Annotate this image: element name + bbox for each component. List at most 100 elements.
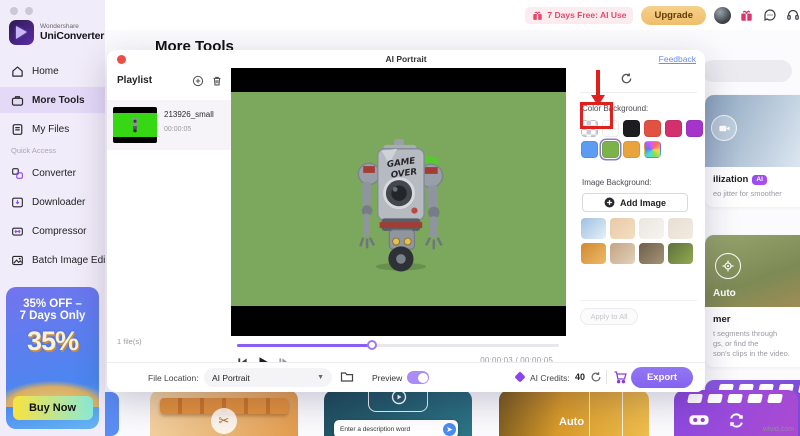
preview-label: Preview (372, 373, 403, 383)
window-dot[interactable] (10, 7, 18, 15)
window-controls[interactable] (10, 7, 33, 15)
color-swatch-rainbow[interactable] (644, 141, 661, 158)
card-title: ilization (713, 174, 749, 185)
auto-overlay-label: Auto (713, 288, 736, 299)
export-button[interactable]: Export (631, 367, 693, 388)
bg-image-thumb-green-plants[interactable] (668, 243, 693, 264)
bg-image-thumb-beige-wall[interactable] (668, 218, 693, 239)
sidebar-item-my-files[interactable]: My Files (0, 116, 105, 142)
gift-icon (533, 11, 543, 20)
ai-credits-label: AI Credits: (530, 373, 570, 383)
bg-image-thumb-white-interior[interactable] (639, 218, 664, 239)
upgrade-button[interactable]: Upgrade (641, 5, 706, 25)
card-trimmer-image: Auto (705, 235, 800, 307)
sidebar-item-downloader[interactable]: Downloader (0, 189, 105, 215)
dialog-title: AI Portrait (385, 54, 427, 64)
quick-access-label: Quick Access (11, 146, 57, 155)
color-swatch-purple[interactable] (686, 120, 703, 137)
scissors-icon: ✂ (211, 408, 237, 434)
description-placeholder: Enter a description word (340, 425, 411, 433)
gift-button[interactable] (739, 8, 754, 23)
card-text-to-video[interactable]: Enter a description word ➤ (324, 390, 472, 436)
sidebar-item-compressor[interactable]: Compressor (0, 218, 105, 244)
dialog-bottom-bar: File Location: AI Portrait ▼ Preview AI … (107, 362, 705, 392)
sidebar-item-label: My Files (32, 123, 70, 135)
download-icon (12, 197, 23, 207)
add-image-button[interactable]: Add Image (582, 193, 688, 212)
color-swatch-pink[interactable] (665, 120, 682, 137)
playlist-item-duration: 00:00:05 (164, 126, 192, 133)
playlist-item[interactable]: 213926_small 00:00:05 (107, 100, 231, 150)
card-video-cutter[interactable]: ✂ (150, 390, 298, 436)
discount-promo-banner[interactable]: 35% OFF – 7 Days Only 35% Buy Now (6, 287, 99, 429)
sidebar-item-home[interactable]: Home (0, 58, 105, 84)
free-trial-label: 7 Days Free: AI Use (547, 10, 627, 20)
color-swatch-blue[interactable] (581, 141, 598, 158)
cart-icon[interactable] (613, 370, 627, 384)
clapperboard-icon (687, 394, 783, 403)
apply-to-all-button[interactable]: Apply to All (580, 308, 638, 325)
play-frame-overlay (368, 390, 428, 412)
robot-illustration: GAME OVER (357, 139, 443, 272)
refresh-credits-icon[interactable] (590, 371, 602, 383)
bg-image-thumb-warm-interior[interactable] (581, 243, 606, 264)
add-image-label: Add Image (619, 197, 666, 208)
color-swatch-black[interactable] (623, 120, 640, 137)
image-icon (12, 255, 23, 265)
image-background-label: Image Background: (582, 178, 652, 187)
file-location-select[interactable]: AI Portrait ▼ (204, 368, 332, 387)
ai-badge: AI (752, 174, 767, 185)
playlist-item-name: 213926_small (164, 110, 214, 119)
headset-icon (786, 9, 799, 20)
description-input[interactable]: Enter a description word ➤ (334, 420, 458, 436)
card-title: mer (713, 314, 731, 325)
play-circle-icon (391, 390, 407, 405)
bg-image-thumb-sunset-beach[interactable] (610, 218, 635, 239)
bg-image-thumb-office[interactable] (639, 243, 664, 264)
seek-handle[interactable] (367, 340, 378, 350)
brand-wondershare: Wondershare (40, 23, 79, 30)
preview-toggle[interactable] (407, 371, 429, 384)
color-swatch-orange[interactable] (623, 141, 640, 158)
brand-uniconverter: UniConverter (40, 30, 105, 42)
sidebar-item-more-tools[interactable]: More Tools (0, 87, 105, 113)
reframe-guides (589, 390, 623, 436)
card-stabilization-image (705, 95, 800, 167)
compressor-icon (12, 227, 23, 236)
sidebar-item-batch-image-edit[interactable]: Batch Image Edit (0, 247, 105, 273)
card-trimmer[interactable]: Auto mer t segments through gs, or find … (705, 235, 800, 367)
playlist-header: Playlist (117, 75, 153, 86)
reset-icon[interactable] (620, 72, 633, 85)
add-file-icon[interactable] (192, 75, 204, 87)
playlist-panel: Playlist 213926_small 00:00:05 1 file(s) (107, 68, 231, 362)
support-button[interactable] (785, 8, 800, 23)
bg-image-thumb-sky-beach[interactable] (581, 218, 606, 239)
annotation-arrow-shaft (596, 70, 600, 96)
submit-arrow-icon[interactable]: ➤ (443, 422, 456, 436)
card-description: eo jitter for smoother (713, 189, 782, 198)
folder-icon[interactable] (340, 370, 354, 383)
bg-image-thumb-living-room[interactable] (610, 243, 635, 264)
seek-fill (237, 344, 373, 347)
card-auto-reframe[interactable]: Auto (499, 390, 649, 436)
color-swatch-red[interactable] (644, 120, 661, 137)
trash-icon[interactable] (211, 75, 223, 87)
video-preview-area[interactable]: GAME OVER (231, 68, 566, 336)
ai-credits-value: 40 (575, 372, 586, 382)
seek-bar[interactable] (237, 340, 559, 350)
user-avatar[interactable] (714, 6, 731, 24)
file-location-value: AI Portrait (212, 372, 250, 383)
buy-now-button[interactable]: Buy Now (12, 396, 93, 420)
sidebar-item-converter[interactable]: Converter (0, 160, 105, 186)
free-trial-pill[interactable]: 7 Days Free: AI Use (525, 6, 634, 24)
video-thumbnail (113, 107, 157, 143)
color-swatch-green[interactable] (602, 141, 619, 158)
feedback-link[interactable]: Feedback (659, 54, 696, 64)
window-dot[interactable] (25, 7, 33, 15)
feedback-chat-button[interactable] (762, 8, 777, 23)
sidebar-item-label: Downloader (32, 196, 86, 208)
card-stabilization[interactable]: ilization AI eo jitter for smoother (705, 95, 800, 207)
sidebar-item-label: Compressor (32, 225, 87, 237)
gift-icon (741, 10, 752, 21)
watermark: wtvid.com (762, 426, 794, 433)
